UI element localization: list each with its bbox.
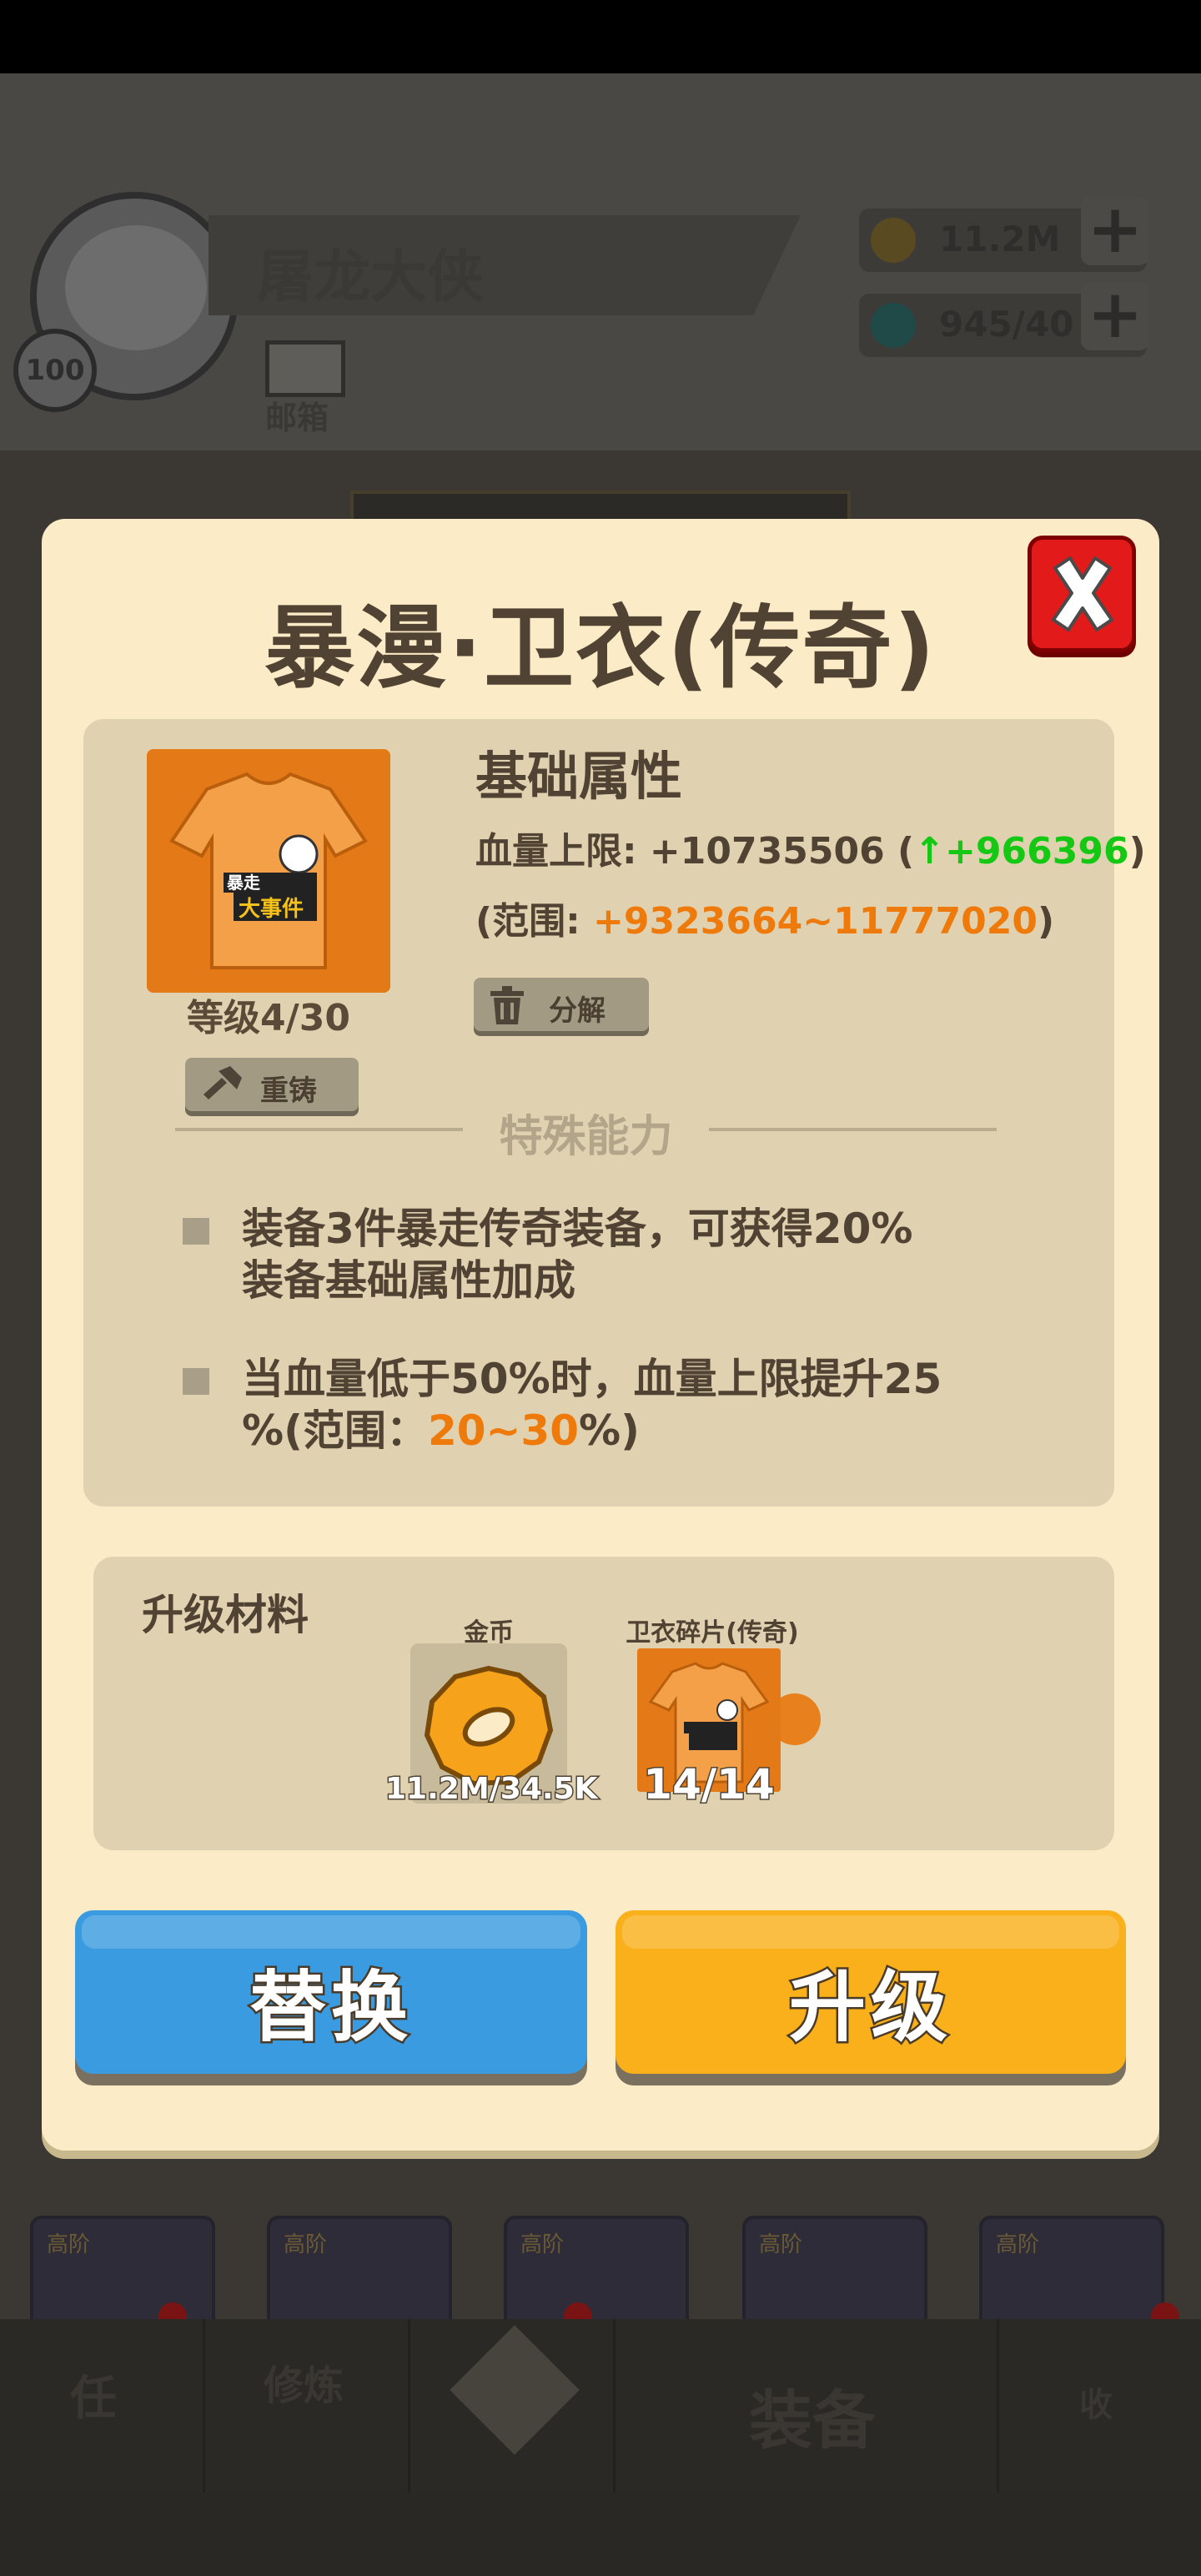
nav-cultivate[interactable]: 修炼 (205, 2319, 410, 2493)
status-bar (0, 0, 1201, 73)
close-x-icon (1052, 556, 1113, 631)
tshirt-icon: 暴走 大事件 (147, 749, 390, 993)
nav-task-label: 任 (70, 2372, 117, 2426)
add-gold-button[interactable]: + (1081, 196, 1149, 265)
nav-collect[interactable]: 收 (999, 2319, 1201, 2493)
hp-stat-line: 血量上限: +10735506 (↑+966396) (475, 821, 1146, 874)
ability-2-range: 20~30 (427, 1406, 580, 1455)
special-ability-2: 当血量低于50%时，血量上限提升25 %(范围：20~30%) (242, 1353, 1043, 1457)
range-close: ) (1038, 900, 1055, 943)
range-value: +9323664~11777020 (593, 900, 1038, 943)
button-highlight (622, 1915, 1119, 1949)
recast-label: 重铸 (260, 1074, 317, 1108)
upgrade-label: 升级 (786, 1961, 952, 2055)
ability-1-line-1: 装备3件暴走传奇装备，可获得20% (242, 1205, 913, 1253)
shirt-text-bottom: 大事件 (239, 897, 304, 922)
range-label: (范围: (475, 900, 594, 943)
slot-tier-label: 高阶 (520, 2232, 565, 2257)
hp-paren-open: ( (884, 830, 915, 873)
modal-title: 暴漫·卫衣(传奇) (264, 596, 937, 701)
basic-attributes-title: 基础属性 (475, 746, 683, 807)
avatar-face (65, 225, 207, 350)
nav-equipment[interactable]: 装备 (616, 2319, 999, 2493)
nav-battle[interactable] (410, 2319, 616, 2493)
divider (175, 1128, 463, 1131)
replace-button[interactable]: 替换 (75, 1910, 587, 2074)
special-ability-1: 装备3件暴走传奇装备，可获得20% 装备基础属性加成 (242, 1203, 1043, 1306)
fragment-label: 卫衣碎片(传奇) (626, 1618, 799, 1648)
slot-tier-label: 高阶 (284, 2232, 328, 2257)
fragment-count: 14/14 (642, 1759, 776, 1810)
nav-cultivate-label: 修炼 (264, 2362, 344, 2409)
slot-tier-label: 高阶 (759, 2232, 803, 2257)
up-arrow-icon: ↑ (914, 830, 946, 873)
hammer-icon (204, 1066, 242, 1099)
bullet-icon (183, 1368, 209, 1395)
bullet-icon (183, 1218, 209, 1245)
gold-coin-icon (871, 218, 916, 263)
decompose-button[interactable]: 分解 (474, 978, 649, 1031)
nav-equipment-label: 装备 (749, 2383, 876, 2458)
ability-2-line-1: 当血量低于50%时，血量上限提升25 (242, 1355, 942, 1403)
ability-2-line-2: %(范围：20~30%) (242, 1405, 1043, 1457)
materials-title: 升级材料 (142, 1591, 309, 1639)
slot-tier-label: 高阶 (996, 2232, 1040, 2257)
player-name: 屠龙大侠 (257, 244, 485, 310)
recast-button[interactable]: 重铸 (185, 1058, 359, 1111)
ability-2-text-a: %(范围： (242, 1406, 428, 1455)
gem-amount: 945/40 (939, 304, 1074, 345)
hp-range-line: (范围: +9323664~11777020) (475, 891, 1054, 944)
item-image: 暴走 大事件 (147, 749, 390, 993)
coin-count: 11.2M/34.5K (384, 1771, 600, 1808)
hp-label: 血量上限: (475, 830, 650, 873)
ability-2-text-c: %) (579, 1406, 640, 1455)
nav-task[interactable]: 任 (0, 2319, 205, 2493)
hp-value: +10735506 (649, 830, 885, 873)
crossed-swords-icon (450, 2325, 580, 2455)
button-highlight (82, 1915, 580, 1949)
special-abilities-title: 特殊能力 (499, 1112, 673, 1162)
trash-icon (490, 986, 524, 1024)
gold-amount: 11.2M (939, 219, 1061, 259)
upgrade-button[interactable]: 升级 (616, 1910, 1126, 2074)
hp-increase: +966396 (945, 830, 1129, 873)
mail-icon[interactable] (265, 340, 345, 397)
slot-tier-label: 高阶 (47, 2232, 91, 2257)
add-gem-button[interactable]: + (1081, 281, 1149, 350)
shirt-text-top: 暴走 (227, 873, 260, 893)
item-level: 等级4/30 (187, 997, 350, 1039)
system-navigation-area (0, 2493, 1201, 2576)
gold-coin-icon (424, 1665, 554, 1787)
mail-label[interactable]: 邮箱 (265, 392, 329, 438)
divider (709, 1128, 997, 1131)
ability-1-line-2: 装备基础属性加成 (242, 1256, 575, 1305)
close-button[interactable] (1028, 536, 1136, 652)
decompose-label: 分解 (549, 994, 606, 1028)
replace-label: 替换 (247, 1961, 413, 2055)
hp-paren-close: ) (1128, 830, 1146, 873)
player-level-badge: 100 (13, 329, 97, 412)
nav-collect-label: 收 (1079, 2386, 1113, 2424)
gem-icon (871, 303, 916, 348)
